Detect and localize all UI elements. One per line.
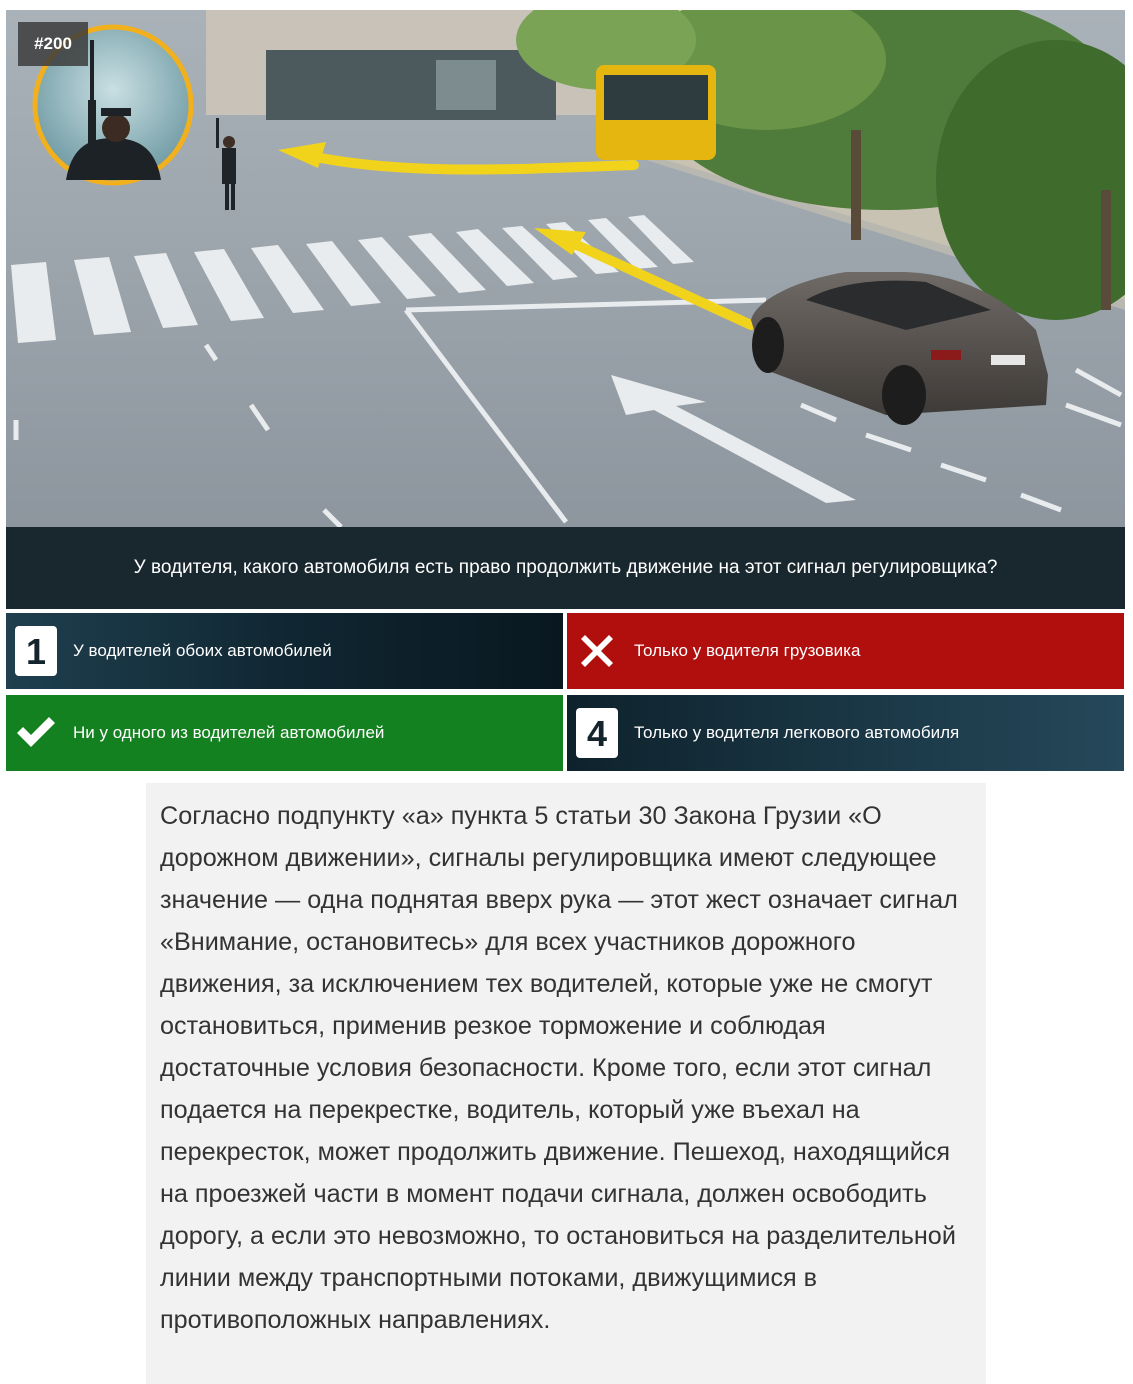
cross-icon bbox=[576, 626, 618, 676]
answer-option-3[interactable]: Ни у одного из водителей автомобилей bbox=[6, 695, 563, 771]
answer-list: 1 У водителей обоих автомобилей Только у… bbox=[6, 613, 1125, 773]
answer-option-2[interactable]: Только у водителя грузовика bbox=[567, 613, 1124, 689]
bus bbox=[596, 65, 716, 160]
road-scene bbox=[6, 10, 1125, 527]
check-icon bbox=[15, 708, 57, 758]
answer-label-4: Только у водителя легкового автомобиля bbox=[634, 723, 960, 742]
answer-option-1[interactable]: 1 У водителей обоих автомобилей bbox=[6, 613, 563, 689]
answer-number-4: 4 bbox=[576, 708, 618, 758]
question-text: У водителя, какого автомобиля есть право… bbox=[6, 527, 1125, 609]
answer-number-1: 1 bbox=[15, 626, 57, 676]
answer-option-4[interactable]: 4 Только у водителя легкового автомобиля bbox=[567, 695, 1124, 771]
question-illustration: #200 bbox=[6, 10, 1125, 527]
question-number-badge: #200 bbox=[18, 22, 88, 66]
answer-label-1: У водителей обоих автомобилей bbox=[73, 641, 332, 660]
answer-label-2: Только у водителя грузовика bbox=[634, 641, 861, 660]
explanation-text: Согласно подпункту «а» пункта 5 статьи 3… bbox=[146, 783, 986, 1384]
answer-label-3: Ни у одного из водителей автомобилей bbox=[73, 723, 385, 742]
